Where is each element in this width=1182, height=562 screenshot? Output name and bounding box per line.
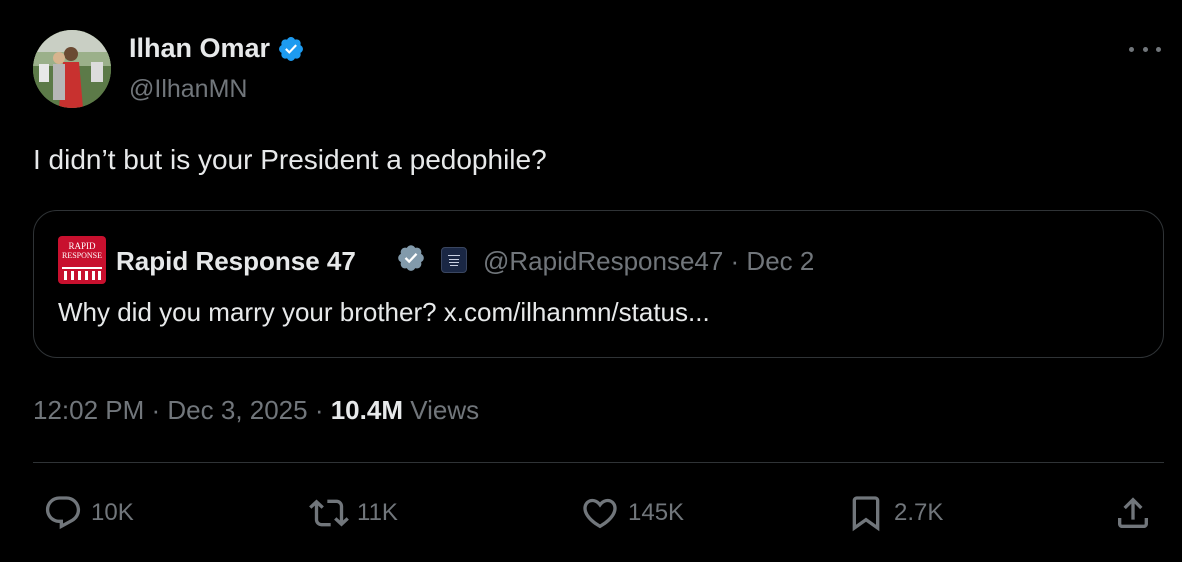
repost-icon bbox=[309, 499, 349, 527]
like-count: 145K bbox=[628, 499, 685, 526]
white-house-affiliate-icon[interactable] bbox=[441, 247, 467, 273]
gray-verified-badge-icon bbox=[398, 245, 424, 271]
repost-button[interactable]: 11K bbox=[309, 493, 398, 533]
white-house-seal-icon bbox=[448, 255, 460, 266]
reply-button[interactable]: 10K bbox=[43, 493, 134, 533]
share-icon bbox=[1118, 497, 1148, 528]
divider bbox=[33, 462, 1164, 463]
avatar-photo bbox=[33, 30, 111, 108]
quote-display-name[interactable]: Rapid Response 47 bbox=[116, 246, 356, 277]
bookmark-count: 2.7K bbox=[894, 499, 944, 526]
tweet-timestamp[interactable]: 12:02 PM · Dec 3, 2025 · bbox=[33, 395, 331, 425]
logo-building-icon bbox=[62, 267, 102, 280]
quote-text: Why did you marry your brother? x.com/il… bbox=[58, 297, 710, 327]
more-dot bbox=[1129, 46, 1134, 52]
logo-text-line2: RESPONSE bbox=[61, 251, 102, 260]
views-count: 10.4M bbox=[330, 395, 403, 425]
quote-avatar-logo[interactable]: RAPID RESPONSE bbox=[58, 236, 106, 284]
reply-count: 10K bbox=[91, 499, 134, 526]
tweet-text: I didn’t but is your President a pedophi… bbox=[33, 144, 547, 175]
views-label: Views bbox=[402, 395, 480, 425]
author-name-text: Ilhan Omar bbox=[129, 33, 271, 63]
timestamp-views-row: 12:02 PM · Dec 3, 2025 · 10.4M Views bbox=[33, 395, 479, 426]
logo-text-line1: RAPID bbox=[68, 241, 96, 251]
more-dot bbox=[1142, 46, 1148, 52]
more-dot bbox=[1156, 46, 1161, 52]
like-button[interactable]: 145K bbox=[580, 493, 684, 533]
bookmark-button[interactable]: 2.7K bbox=[846, 493, 943, 533]
bookmark-icon bbox=[852, 496, 880, 532]
author-avatar[interactable] bbox=[33, 30, 111, 108]
reply-icon bbox=[45, 496, 81, 530]
verified-badge-icon bbox=[279, 36, 304, 61]
quote-handle-date[interactable]: @RapidResponse47 · Dec 2 bbox=[483, 246, 814, 277]
more-options-icon[interactable] bbox=[1129, 37, 1161, 61]
author-handle[interactable]: @IlhanMN bbox=[129, 75, 247, 104]
share-button[interactable] bbox=[1113, 493, 1153, 533]
like-icon bbox=[583, 498, 617, 529]
repost-count: 11K bbox=[357, 499, 398, 526]
author-display-name[interactable]: Ilhan Omar bbox=[129, 33, 305, 64]
quoted-tweet-card[interactable]: RAPID RESPONSE Rapid Response 47 @RapidR… bbox=[33, 210, 1164, 358]
